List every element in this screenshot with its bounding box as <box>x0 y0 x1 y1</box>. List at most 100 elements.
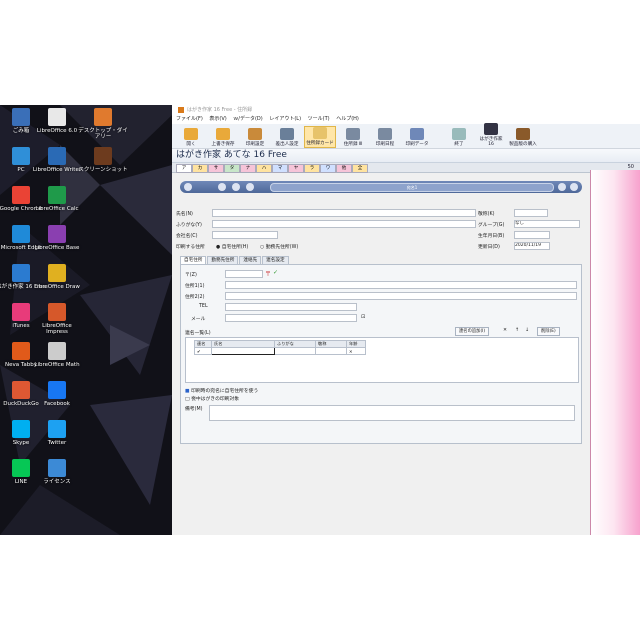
toolbar-button-6[interactable]: 印刷日程 <box>370 128 400 148</box>
toolbar-button-8[interactable]: 終了 <box>444 128 474 148</box>
home-address-checkbox[interactable]: ■ 印刷時の宛名に自宅住所を使う <box>185 387 258 394</box>
last-record-button[interactable] <box>570 183 578 191</box>
address2-input[interactable] <box>225 292 577 300</box>
mail-input[interactable] <box>225 314 357 322</box>
toolbar-button-3[interactable]: 差出人設定 <box>272 128 302 148</box>
desktop-icon-1[interactable]: LibreOffice 6.0 <box>32 108 82 134</box>
index-tab-7[interactable]: ヤ <box>288 164 304 173</box>
grid-cell-honorific[interactable] <box>315 347 347 355</box>
writer-icon <box>48 147 66 165</box>
menu-file[interactable]: ファイル(F) <box>176 116 203 122</box>
desktop: ごみ箱 LibreOffice 6.0 デスクトップ・ダイアリー PC LibreOff… <box>0 105 172 535</box>
company-input[interactable] <box>212 231 278 239</box>
radio-home[interactable]: ● 自宅住所(H) <box>216 243 248 250</box>
index-tab-1[interactable]: カ <box>192 164 208 173</box>
prev-record-button[interactable] <box>218 183 226 191</box>
desktop-icon-7[interactable]: LibreOffice Calc <box>32 186 82 212</box>
index-tab-2[interactable]: サ <box>208 164 224 173</box>
zip-label: 〒(Z) <box>185 273 197 278</box>
desktop-icon-label: LibreOffice Impress <box>42 323 72 335</box>
birth-input[interactable] <box>514 231 550 239</box>
delete-renmei-button[interactable]: 削除(E) <box>537 327 560 336</box>
tab-work-address[interactable]: 勤務先住所 <box>207 256 239 264</box>
index-tab-4[interactable]: ナ <box>240 164 256 173</box>
group-select[interactable]: なし <box>514 220 580 228</box>
memo-input[interactable] <box>209 405 575 421</box>
tab-home-address[interactable]: 自宅住所 <box>180 256 207 264</box>
toolbar-button-1[interactable]: 上書き保存 <box>208 128 238 148</box>
index-tab-5[interactable]: ハ <box>256 164 272 173</box>
postal-search-icon[interactable]: 〒 <box>265 269 271 278</box>
record-slider[interactable]: 宛名1 <box>270 183 554 192</box>
screen: ごみ箱 LibreOffice 6.0 デスクトップ・ダイアリー PC LibreOff… <box>0 105 640 535</box>
desktop-icon-9[interactable]: LibreOffice Base <box>32 225 82 251</box>
tab-renmei[interactable]: 連名設定 <box>262 256 289 264</box>
toolbar-button-0[interactable]: 開く <box>176 128 206 148</box>
address1-input[interactable] <box>225 281 577 289</box>
menu-tools[interactable]: ツール(T) <box>308 116 330 122</box>
desktop-icon-label: デスクトップ・ダイアリー <box>78 128 128 140</box>
grid-cell-age[interactable]: ✕ <box>346 347 366 355</box>
forward-button[interactable] <box>246 183 254 191</box>
desktop-icon-label: Facebook <box>44 401 70 407</box>
desktop-icon-21[interactable]: ライセンス <box>32 459 82 485</box>
zip-input[interactable] <box>225 270 263 278</box>
desktop-icon-5[interactable]: スクリーンショット <box>78 147 128 173</box>
purchase-icon <box>516 128 530 140</box>
toolbar-button-2[interactable]: 印刷設定 <box>240 128 270 148</box>
down-arrow-icon[interactable]: ↓ <box>525 328 529 333</box>
desktop-icon-19[interactable]: Twitter <box>32 420 82 446</box>
desktop-icon-17[interactable]: Facebook <box>32 381 82 407</box>
edge-icon <box>12 225 30 243</box>
name-input[interactable] <box>212 209 476 217</box>
toolbar-button-9[interactable]: はがき作家 16 <box>476 123 506 148</box>
index-tab-8[interactable]: ラ <box>304 164 320 173</box>
grid-cell-check[interactable]: ✔ <box>194 347 212 355</box>
tab-contact[interactable]: 連絡先 <box>239 256 262 264</box>
add-renmei-button[interactable]: 連名の追加(I) <box>455 327 490 336</box>
updated-input[interactable]: 2020/11/19 <box>514 242 550 250</box>
desktop-icon-4[interactable]: LibreOffice Writer <box>32 147 82 173</box>
grid-cell-name[interactable] <box>211 347 275 355</box>
honorific-select[interactable] <box>514 209 548 217</box>
next-record-button[interactable] <box>558 183 566 191</box>
grid-cell-kana[interactable] <box>274 347 316 355</box>
desktop-icon-label: Twitter <box>47 440 67 446</box>
index-tab-10[interactable]: 他 <box>336 164 352 173</box>
index-tab-0[interactable]: ア <box>176 164 192 173</box>
map-icon[interactable]: ✓ <box>273 269 278 276</box>
up-arrow-icon[interactable]: ↑ <box>515 328 519 333</box>
menu-help[interactable]: ヘルプ(H) <box>336 116 359 122</box>
back-button[interactable] <box>232 183 240 191</box>
close-icon[interactable]: ✕ <box>503 328 507 333</box>
index-tab-9[interactable]: ワ <box>320 164 336 173</box>
radio-work[interactable]: ○ 勤務先住所(W) <box>260 243 298 250</box>
menu-layout[interactable]: レイアウト(L) <box>269 116 301 122</box>
mourning-checkbox[interactable]: □ 喪中はがきの印刷対象 <box>185 395 239 402</box>
index-tab-3[interactable]: タ <box>224 164 240 173</box>
menubar: ファイル(F) 表示(V) ｗ/データ(D) レイアウト(L) ツール(T) ヘ… <box>172 115 640 124</box>
index-tab-11[interactable]: 全 <box>352 164 368 173</box>
address1-label: 住所1(1) <box>185 284 205 289</box>
kana-input[interactable] <box>212 220 476 228</box>
menu-data[interactable]: ｗ/データ(D) <box>233 116 262 122</box>
tel-input[interactable] <box>225 303 357 311</box>
index-tab-6[interactable]: マ <box>272 164 288 173</box>
desktop-icon-11[interactable]: LibreOffice Draw <box>32 264 82 290</box>
menu-view[interactable]: 表示(V) <box>209 116 226 122</box>
toolbar-button-10[interactable]: 製品版の購入 <box>508 128 538 148</box>
first-record-button[interactable] <box>184 183 192 191</box>
renmei-grid[interactable]: 連名 氏名 ふりがな 敬称 年齢 ✔ ✕ <box>194 340 366 355</box>
open-mail-icon[interactable]: ⊡ <box>361 314 365 320</box>
toolbar-button-5[interactable]: 住所録 Ⅲ <box>338 128 368 148</box>
toolbar-button-4[interactable]: 住所録カード <box>304 126 336 148</box>
desktop-icon-13[interactable]: LibreOffice Impress <box>32 303 82 335</box>
desktop-icon-2[interactable]: デスクトップ・ダイアリー <box>78 108 128 140</box>
skype-icon <box>12 420 30 438</box>
toolbar-button-7[interactable]: 印刷データ <box>402 128 432 148</box>
window-title: はがき作家 16 Free - 住所録 <box>187 107 253 113</box>
toolbar-button-label: 製品版の購入 <box>509 142 537 147</box>
desktop-icon-15[interactable]: LibreOffice Math <box>32 342 82 368</box>
company-label: 会社名(C) <box>176 234 198 239</box>
grid-header-kana: ふりがな <box>274 340 316 348</box>
